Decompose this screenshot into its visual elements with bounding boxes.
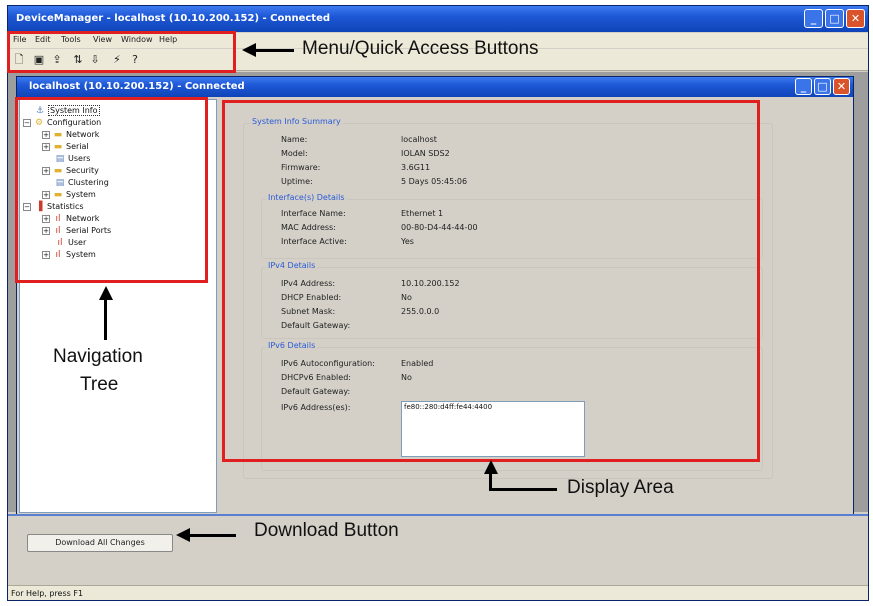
tree-arrow-line xyxy=(104,298,107,340)
download-arrow-line xyxy=(188,534,236,537)
maximize-button[interactable]: □ xyxy=(825,9,844,28)
display-arrow-hline xyxy=(489,488,557,491)
download-area: Download All Changes xyxy=(8,514,868,572)
child-maximize-button[interactable]: □ xyxy=(814,78,831,95)
menu-arrow-line xyxy=(254,49,294,52)
navigation-annotation-line1: Navigation xyxy=(53,346,143,367)
status-text: For Help, press F1 xyxy=(11,589,84,598)
child-close-button[interactable]: ✕ xyxy=(833,78,850,95)
menu-highlight-box xyxy=(7,31,236,73)
main-titlebar[interactable]: DeviceManager - localhost (10.10.200.152… xyxy=(8,6,868,32)
main-window-title: DeviceManager - localhost (10.10.200.152… xyxy=(16,13,331,24)
menu-annotation: Menu/Quick Access Buttons xyxy=(302,38,539,59)
download-all-changes-button[interactable]: Download All Changes xyxy=(27,534,173,552)
minimize-button[interactable]: _ xyxy=(804,9,823,28)
child-window-title: localhost (10.10.200.152) - Connected xyxy=(29,81,245,92)
close-button[interactable]: ✕ xyxy=(846,9,865,28)
navigation-annotation-line2: Tree xyxy=(80,374,119,395)
tree-highlight-box xyxy=(15,97,208,283)
child-titlebar[interactable]: localhost (10.10.200.152) - Connected _ … xyxy=(17,77,853,97)
download-annotation: Download Button xyxy=(254,520,399,541)
child-minimize-button[interactable]: _ xyxy=(795,78,812,95)
status-bar: For Help, press F1 xyxy=(8,585,868,600)
display-area-annotation: Display Area xyxy=(567,477,674,498)
display-highlight-box xyxy=(222,100,760,462)
